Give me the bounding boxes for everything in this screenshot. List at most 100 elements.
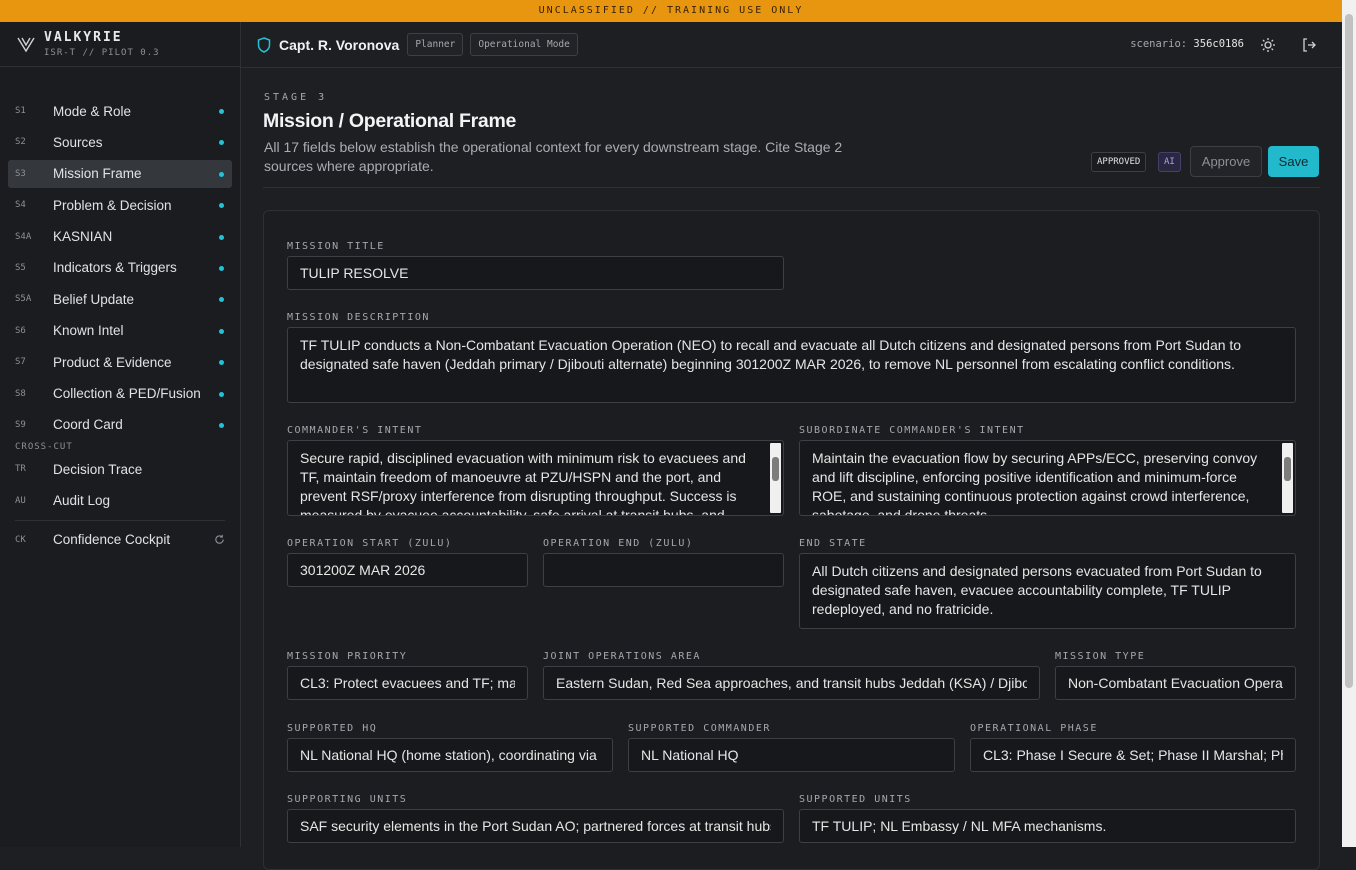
sidebar-item-sources[interactable]: S2 Sources — [8, 128, 232, 156]
joint-operations-area-label: JOINT OPERATIONS AREA — [543, 651, 701, 662]
nav-label: Coord Card — [53, 417, 123, 433]
classification-banner: UNCLASSIFIED // TRAINING USE ONLY — [0, 0, 1342, 22]
status-badge: APPROVED — [1091, 152, 1147, 172]
page-title: Mission / Operational Frame — [263, 110, 517, 132]
mode-badge: Operational Mode — [470, 33, 578, 56]
sidebar-item-audit-log[interactable]: AU Audit Log — [8, 487, 232, 515]
supporting-units-input[interactable] — [287, 809, 784, 843]
nav-label: Sources — [53, 134, 103, 150]
commanders-intent-textarea[interactable]: Secure rapid, disciplined evacuation wit… — [287, 440, 784, 516]
nav-code: S4 — [15, 200, 26, 211]
sidebar-item-belief-update[interactable]: S5A Belief Update — [8, 285, 232, 313]
nav-label: Indicators & Triggers — [53, 260, 177, 276]
nav-code: S4A — [15, 231, 32, 242]
ai-badge: AI — [1158, 152, 1181, 172]
joint-operations-area-input[interactable] — [543, 666, 1040, 700]
page-scrollbar[interactable] — [1342, 0, 1356, 847]
nav-code: S6 — [15, 325, 26, 336]
sidebar-item-known-intel[interactable]: S6 Known Intel — [8, 317, 232, 345]
brand-subtitle: ISR-T // PILOT 0.3 — [44, 48, 160, 58]
sidebar-item-coord-card[interactable]: S9 Coord Card — [8, 411, 232, 439]
scrollbar-thumb[interactable] — [772, 457, 779, 481]
mission-frame-form: MISSION TITLE MISSION DESCRIPTION TF TUL… — [263, 210, 1320, 870]
supported-units-input[interactable] — [799, 809, 1296, 843]
end-state-label: END STATE — [799, 538, 867, 549]
sidebar-item-mode-role[interactable]: S1 Mode & Role — [8, 97, 232, 125]
nav-label: Problem & Decision — [53, 197, 172, 213]
supported-units-label: SUPPORTED UNITS — [799, 794, 912, 805]
mission-description-textarea[interactable]: TF TULIP conducts a Non-Combatant Evacua… — [287, 327, 1296, 403]
supported-hq-input[interactable] — [287, 738, 613, 772]
nav-code: CK — [15, 534, 26, 545]
scenario-id: 356c0186 — [1193, 38, 1244, 50]
nav-code: S3 — [15, 168, 26, 179]
subordinate-intent-label: SUBORDINATE COMMANDER'S INTENT — [799, 425, 1025, 436]
brand-title: VALKYRIE — [44, 30, 123, 45]
mission-title-label: MISSION TITLE — [287, 241, 385, 252]
commanders-intent-label: COMMANDER'S INTENT — [287, 425, 423, 436]
brand: VALKYRIE ISR-T // PILOT 0.3 — [0, 22, 240, 67]
operational-phase-input[interactable] — [970, 738, 1296, 772]
status-dot — [219, 328, 224, 334]
status-dot — [219, 422, 224, 428]
status-dot — [219, 109, 224, 114]
sidebar-item-mission-frame[interactable]: S3 Mission Frame — [8, 159, 232, 188]
sidebar-item-product-evidence[interactable]: S7 Product & Evidence — [8, 348, 232, 376]
supported-commander-label: SUPPORTED COMMANDER — [628, 723, 771, 734]
mission-title-input[interactable] — [287, 256, 784, 290]
status-dot — [219, 360, 224, 366]
scrollbar-thumb[interactable] — [1284, 457, 1291, 481]
divider — [263, 187, 1320, 188]
valkyrie-logo-icon — [17, 37, 35, 53]
sidebar-item-decision-trace[interactable]: TR Decision Trace — [8, 455, 232, 483]
nav-divider — [15, 519, 225, 521]
nav-code: S5 — [15, 262, 26, 273]
nav-label: Known Intel — [53, 323, 124, 339]
sidebar-item-collection-ped-fusion[interactable]: S8 Collection & PED/Fusion — [8, 380, 232, 408]
supported-hq-label: SUPPORTED HQ — [287, 723, 378, 734]
logout-icon[interactable] — [1301, 37, 1317, 53]
status-dot — [219, 297, 224, 303]
status-dot — [219, 140, 224, 146]
nav-label: Belief Update — [53, 291, 135, 307]
nav-code: TR — [15, 464, 26, 475]
mission-type-label: MISSION TYPE — [1055, 651, 1146, 662]
operation-end-label: OPERATION END (ZULU) — [543, 538, 694, 549]
role-badge: Planner — [407, 33, 464, 56]
commanders-intent-text: Secure rapid, disciplined evacuation wit… — [300, 450, 746, 516]
nav-label: Product & Evidence — [53, 354, 172, 370]
sidebar-item-problem-decision[interactable]: S4 Problem & Decision — [8, 191, 232, 219]
status-dot — [219, 203, 224, 209]
sun-icon[interactable] — [1260, 37, 1276, 53]
status-dot — [219, 265, 224, 271]
save-button[interactable]: Save — [1268, 146, 1319, 177]
approve-button[interactable]: Approve — [1190, 146, 1262, 177]
sidebar-item-indicators-triggers[interactable]: S5 Indicators & Triggers — [8, 254, 232, 282]
nav-code: AU — [15, 495, 26, 506]
sidebar-item-confidence-cockpit[interactable]: CK Confidence Cockpit — [8, 526, 232, 554]
textarea-scrollbar[interactable] — [1282, 443, 1293, 513]
nav-label: Confidence Cockpit — [53, 532, 171, 548]
nav-code: S7 — [15, 357, 26, 368]
main-content: STAGE 3 Mission / Operational Frame All … — [241, 68, 1342, 870]
page-scrollbar-thumb[interactable] — [1345, 14, 1353, 688]
nav-code: S8 — [15, 388, 26, 399]
supported-commander-input[interactable] — [628, 738, 955, 772]
mission-type-input[interactable] — [1055, 666, 1296, 700]
nav-section-cross-cut: CROSS-CUT — [15, 442, 73, 453]
sidebar: VALKYRIE ISR-T // PILOT 0.3 S1 Mode & Ro… — [0, 22, 241, 847]
operation-end-input[interactable] — [543, 553, 784, 587]
nav-label: Audit Log — [53, 493, 111, 509]
stage-nav: S1 Mode & Role S2 Sources S3 Mission Fra… — [0, 97, 240, 557]
status-dot — [219, 391, 224, 397]
subordinate-intent-textarea[interactable]: Maintain the evacuation flow by securing… — [799, 440, 1296, 516]
mission-priority-label: MISSION PRIORITY — [287, 651, 408, 662]
supporting-units-label: SUPPORTING UNITS — [287, 794, 408, 805]
nav-label: KASNIAN — [53, 229, 113, 245]
nav-label: Mission Frame — [53, 166, 142, 182]
end-state-textarea[interactable]: All Dutch citizens and designated person… — [799, 553, 1296, 629]
sidebar-item-kasnian[interactable]: S4A KASNIAN — [8, 223, 232, 251]
operation-start-input[interactable] — [287, 553, 528, 587]
mission-priority-input[interactable] — [287, 666, 528, 700]
textarea-scrollbar[interactable] — [770, 443, 781, 513]
